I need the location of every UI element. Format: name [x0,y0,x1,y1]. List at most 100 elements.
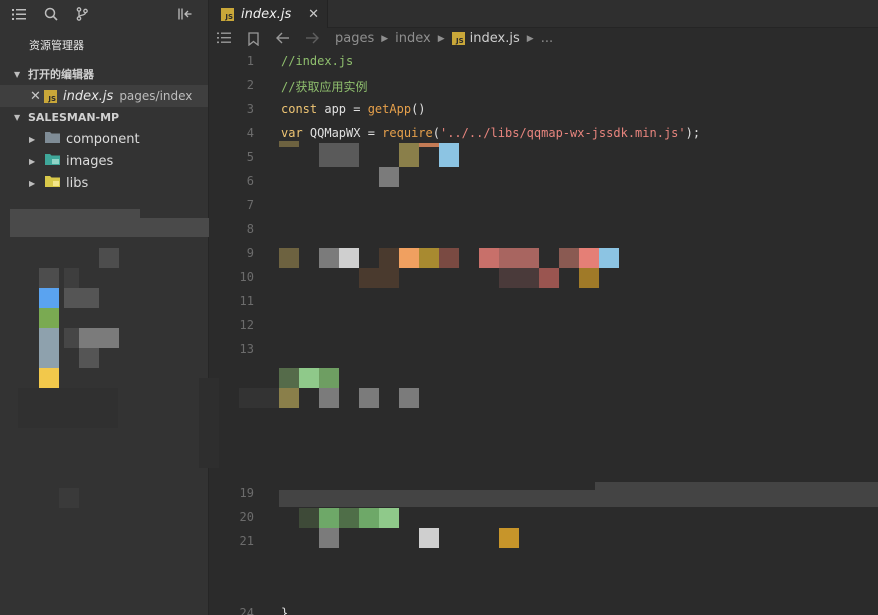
line-number: 9 [246,246,254,260]
tab-bar: JS index.js ✕ [210,0,878,28]
explorer-title: 资源管理器 [29,39,84,52]
redacted-block [299,508,319,528]
line-number: 13 [239,342,254,356]
line-number: 6 [246,174,254,188]
redacted-block [419,248,439,268]
redacted-block [319,248,339,268]
collapse-sidebar-icon[interactable] [178,0,198,28]
js-file-icon: JS [451,32,465,45]
search-icon[interactable] [44,0,76,28]
redacted-block [79,348,99,368]
redacted-block [539,268,559,288]
redacted-block [579,248,599,268]
redacted-block [559,248,579,268]
redacted-block [130,218,209,237]
caret-right-icon: ▶ [29,178,36,188]
list-icon[interactable] [217,32,231,48]
redacted-block [319,368,339,388]
forward-arrow-icon[interactable] [305,32,319,48]
folder-icon [45,131,60,147]
line-number: 10 [239,270,254,284]
redacted-block [59,488,79,508]
code-text: app = [317,102,368,116]
code-text: ); [685,126,701,140]
redacted-block [239,388,279,408]
code-area[interactable]: 1 2 3 4 5 6 7 8 9 10 11 12 13 19 20 21 2… [210,50,878,615]
open-file-name: index.js [63,88,114,104]
redacted-block [64,328,79,348]
close-icon[interactable]: ✕ [30,89,44,104]
images-folder-icon [45,153,60,169]
breadcrumb-item[interactable]: ... [541,31,553,46]
redacted-block [18,388,118,428]
string-literal: '../../libs/qqmap-wx-jssdk.min.js' [439,126,686,140]
line-number: 3 [246,102,254,116]
breadcrumb: pages ▶ index ▶ JS index.js ▶ ... [335,31,553,46]
redacted-block [299,368,319,388]
redacted-block [599,248,619,268]
redacted-block [10,209,140,237]
chevron-right-icon: ▶ [381,33,389,44]
redacted-block [279,141,299,147]
redacted-block [39,368,59,388]
breadcrumb-item[interactable]: index [395,31,431,46]
caret-down-icon: ▼ [14,70,21,79]
open-editor-item[interactable]: ✕ JS index.js pages/index [0,85,208,107]
line-number: 1 [246,54,254,68]
code-line-2: //获取应用实例 [281,78,367,95]
redacted-block [579,268,599,288]
open-editors-section[interactable]: ▼ 打开的编辑器 [0,64,208,85]
close-icon[interactable]: ✕ [308,7,319,22]
tree-item-label: images [66,153,114,169]
caret-right-icon: ▶ [29,134,36,144]
line-number: 5 [246,150,254,164]
redacted-block [419,528,439,548]
redacted-block [279,368,299,388]
line-number: 2 [246,78,254,92]
redacted-block [399,143,419,167]
sidebar-toolbar [0,0,208,28]
comment: //获取应用实例 [281,80,368,94]
js-file-icon: JS [44,89,57,103]
breadcrumb-item[interactable]: pages [335,31,374,46]
redacted-block [399,248,419,268]
back-arrow-icon[interactable] [276,32,290,48]
tree-item-libs[interactable]: ▶ libs [0,172,208,194]
tab-index-js[interactable]: JS index.js ✕ [210,0,328,28]
redacted-block [64,288,99,308]
redacted-block [399,388,419,408]
line-number: 21 [239,534,254,548]
code-line-24: } [281,606,288,615]
chevron-right-icon: ▶ [437,33,445,44]
redacted-block [39,308,59,328]
line-number: 19 [239,486,254,500]
bookmark-icon[interactable] [248,32,259,50]
redacted-block [499,268,539,288]
redacted-block [439,143,459,167]
line-number: 11 [239,294,254,308]
branch-icon[interactable] [76,0,108,28]
redacted-block [339,248,359,268]
open-file-path: pages/index [119,89,193,103]
redacted-block [199,378,219,468]
chevron-right-icon: ▶ [526,33,534,44]
code-text: } [281,606,289,615]
tab-label: index.js [241,6,292,22]
redacted-block [359,508,379,528]
redacted-block [419,143,439,147]
line-number: 8 [246,222,254,236]
project-label: SALESMAN-MP [28,111,120,124]
function-call: require [382,126,433,140]
list-icon[interactable] [12,0,44,28]
project-section[interactable]: ▼ SALESMAN-MP [0,107,208,128]
sidebar: 资源管理器 ▼ 打开的编辑器 ✕ JS index.js pages/index… [0,0,209,615]
editor-navbar: pages ▶ index ▶ JS index.js ▶ ... [210,28,878,52]
code-text: QQMapWX = [302,126,383,140]
caret-down-icon: ▼ [14,113,21,122]
breadcrumb-item[interactable]: index.js [470,31,520,46]
tree-item-images[interactable]: ▶ images [0,150,208,172]
redacted-block [319,508,339,528]
tree-item-component[interactable]: ▶ component [0,128,208,150]
line-number: 4 [246,126,254,140]
redacted-block [319,528,339,548]
